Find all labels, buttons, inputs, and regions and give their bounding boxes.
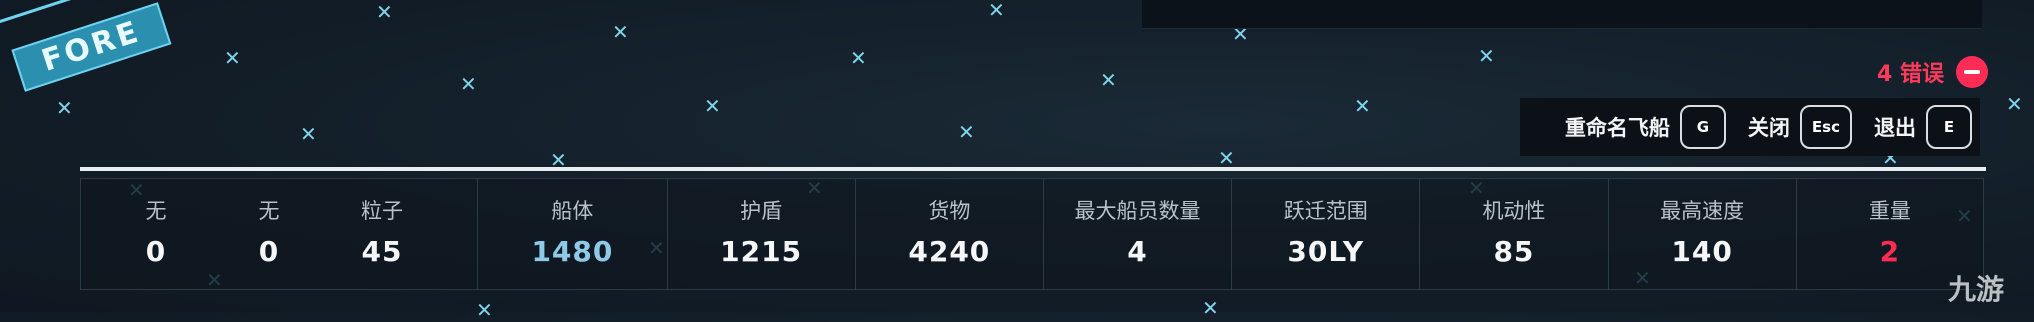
stat-label: 货物 bbox=[928, 199, 971, 223]
star-icon: ✕ bbox=[1354, 94, 1371, 118]
stat-hull: 船体 1480 bbox=[478, 179, 668, 289]
stat-label: 粒子 bbox=[361, 199, 403, 223]
stat-value: 45 bbox=[361, 235, 403, 268]
stat-cell: 最大船员数量 4 bbox=[1044, 179, 1231, 289]
stat-value: 2 bbox=[1879, 235, 1901, 268]
stat-value: 1215 bbox=[720, 235, 803, 268]
stat-label: 无 bbox=[258, 199, 280, 223]
star-icon: ✕ bbox=[1202, 296, 1219, 320]
stat-value: 4240 bbox=[908, 235, 991, 268]
close-key-button[interactable]: Esc bbox=[1799, 105, 1852, 149]
stat-cell: 跃迁范围 30LY bbox=[1232, 179, 1419, 289]
rename-ship-key-button[interactable]: G bbox=[1679, 105, 1726, 149]
stat-value: 0 bbox=[145, 235, 167, 268]
stat-label: 船体 bbox=[551, 199, 594, 223]
star-icon: ✕ bbox=[1478, 44, 1495, 68]
stat-cell: 船体 1480 bbox=[478, 179, 666, 289]
stat-slot2: 无 0 bbox=[231, 179, 307, 289]
ship-stats-bar: 无 0 无 0 粒子 45 船体 1480 护盾 1215 货物 4240 最大… bbox=[80, 178, 1984, 290]
star-icon: ✕ bbox=[704, 94, 721, 118]
close-label: 关闭 bbox=[1747, 116, 1790, 140]
stat-label: 重量 bbox=[1868, 199, 1911, 223]
stat-cell: 护盾 1215 bbox=[668, 179, 855, 289]
top-panel bbox=[1142, 0, 1982, 29]
stat-slot1: 无 0 bbox=[81, 179, 231, 289]
stat-label: 跃迁范围 bbox=[1283, 199, 1368, 223]
divider bbox=[80, 167, 1986, 171]
weapon-slots-group: 无 0 无 0 粒子 45 bbox=[81, 179, 479, 289]
stat-speed: 最高速度 140 bbox=[1609, 179, 1797, 289]
star-icon: ✕ bbox=[460, 72, 477, 96]
star-icon: ✕ bbox=[958, 120, 975, 144]
stat-value: 4 bbox=[1127, 235, 1148, 268]
stat-particle: 粒子 45 bbox=[307, 179, 457, 289]
stat-value: 30LY bbox=[1287, 235, 1365, 268]
star-icon: ✕ bbox=[56, 96, 73, 120]
rename-ship-label: 重命名飞船 bbox=[1564, 116, 1670, 140]
star-icon: ✕ bbox=[224, 46, 241, 70]
stat-value: 140 bbox=[1671, 235, 1733, 268]
stat-cargo: 货物 4240 bbox=[856, 179, 1044, 289]
star-icon: ✕ bbox=[1218, 146, 1235, 170]
stat-shield: 护盾 1215 bbox=[668, 179, 856, 289]
star-icon: ✕ bbox=[612, 20, 629, 44]
error-indicator[interactable]: 4 错误 bbox=[1877, 56, 1988, 88]
action-bar: 重命名飞船 G 关闭 Esc 退出 E bbox=[1520, 98, 1980, 156]
star-icon: ✕ bbox=[850, 46, 867, 70]
stat-crew: 最大船员数量 4 bbox=[1044, 179, 1233, 289]
star-icon: ✕ bbox=[1100, 68, 1117, 92]
stat-value: 0 bbox=[258, 235, 280, 268]
stat-label: 无 bbox=[145, 199, 167, 223]
stat-value: 1480 bbox=[531, 235, 614, 268]
stat-cell: 最高速度 140 bbox=[1609, 179, 1796, 289]
stat-label: 最高速度 bbox=[1660, 199, 1745, 223]
ship-badge: FORE bbox=[0, 0, 227, 104]
star-icon: ✕ bbox=[476, 298, 493, 322]
error-minus-icon[interactable] bbox=[1956, 56, 1988, 88]
star-icon: ✕ bbox=[2006, 92, 2023, 116]
star-icon: ✕ bbox=[300, 122, 317, 146]
stat-label: 机动性 bbox=[1482, 199, 1546, 223]
star-icon: ✕ bbox=[376, 0, 393, 24]
stat-jump: 跃迁范围 30LY bbox=[1232, 179, 1421, 289]
error-count: 4 错误 bbox=[1877, 62, 1944, 87]
exit-label: 退出 bbox=[1874, 116, 1916, 140]
exit-key-button[interactable]: E bbox=[1926, 105, 1972, 149]
stat-cell: 机动性 85 bbox=[1420, 179, 1607, 289]
watermark-logo: 九游 bbox=[1948, 273, 2005, 306]
stat-label: 最大船员数量 bbox=[1074, 199, 1201, 223]
star-icon: ✕ bbox=[988, 0, 1005, 22]
stat-label: 护盾 bbox=[740, 199, 783, 223]
stat-mobility: 机动性 85 bbox=[1420, 179, 1609, 289]
stat-value: 85 bbox=[1493, 235, 1535, 268]
stat-cell: 货物 4240 bbox=[856, 179, 1043, 289]
